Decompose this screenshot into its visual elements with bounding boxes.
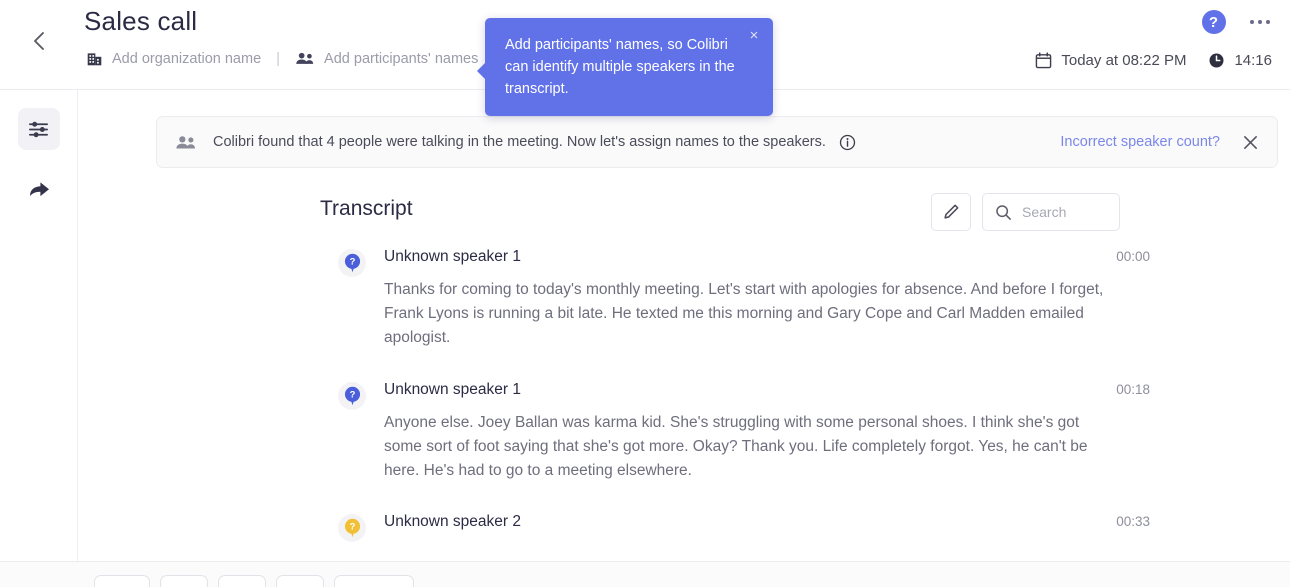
avatar[interactable]: ? (338, 381, 366, 410)
page-title: Sales call (84, 6, 198, 36)
transcript-actions: Search (931, 193, 1120, 231)
search-input[interactable]: Search (982, 193, 1120, 231)
chevron-left-icon (34, 32, 44, 50)
participants-tooltip: Add participants' names, so Colibri can … (477, 18, 773, 117)
svg-text:?: ? (349, 389, 355, 400)
help-icon[interactable]: ? (1201, 10, 1226, 34)
tooltip-close-button[interactable]: × (745, 26, 763, 44)
search-icon (996, 204, 1011, 220)
header-meta-right: Today at 08:22 PM 14:16 (1035, 52, 1272, 69)
left-sidebar (0, 90, 78, 561)
calendar-icon (1036, 52, 1052, 69)
bottom-toolbar (0, 561, 1290, 587)
banner-close-button[interactable] (1242, 134, 1259, 151)
header-meta-row: Add organization name | Add participants… (86, 50, 478, 67)
meeting-duration-label: 14:16 (1234, 52, 1272, 69)
meeting-date-label: Today at 08:22 PM (1061, 52, 1187, 69)
edit-transcript-button[interactable] (931, 193, 971, 231)
add-organization-name-button[interactable]: Add organization name (86, 50, 261, 67)
header-actions: ? (1201, 10, 1273, 34)
timestamp[interactable]: 00:33 (1116, 514, 1150, 529)
speaker-count-banner: Colibri found that 4 people were talking… (156, 116, 1278, 168)
incorrect-speaker-count-link[interactable]: Incorrect speaker count? (1060, 134, 1220, 150)
speaker-name[interactable]: Unknown speaker 1 (384, 248, 521, 266)
more-horizontal-icon[interactable] (1248, 14, 1273, 31)
speaker-name[interactable]: Unknown speaker 2 (384, 513, 521, 531)
svg-text:?: ? (349, 256, 355, 267)
toolbar-pill[interactable] (94, 575, 150, 587)
people-icon (176, 135, 195, 148)
speaker-name[interactable]: Unknown speaker 1 (384, 381, 521, 399)
transcript-entry[interactable]: ? Unknown speaker 1 00:00 Thanks for com… (320, 248, 1150, 351)
transcript-entry[interactable]: ? Unknown speaker 1 00:18 Anyone else. J… (320, 381, 1150, 484)
toolbar-pill[interactable] (276, 575, 324, 587)
unknown-speaker-pin-icon: ? (344, 253, 360, 273)
toolbar-pill[interactable] (334, 575, 414, 587)
info-icon[interactable] (839, 134, 856, 151)
add-participants-names-button[interactable]: Add participants' names (295, 51, 478, 67)
people-icon (296, 52, 314, 64)
avatar[interactable]: ? (338, 249, 366, 277)
transcript-header: Transcript Search (320, 193, 1120, 235)
timestamp[interactable]: 00:00 (1116, 249, 1150, 264)
avatar[interactable]: ? (338, 514, 366, 543)
search-placeholder: Search (1022, 204, 1067, 220)
transcript-title: Transcript (320, 197, 413, 220)
meeting-duration: 14:16 (1208, 52, 1272, 69)
building-icon (87, 53, 102, 66)
toolbar-pill[interactable] (218, 575, 266, 587)
svg-text:?: ? (349, 521, 355, 532)
toolbar-pill[interactable] (160, 575, 208, 587)
sidebar-item-share[interactable] (18, 168, 60, 210)
banner-text: Colibri found that 4 people were talking… (213, 134, 826, 150)
sidebar-item-settings[interactable] (17, 108, 60, 150)
share-arrow-icon (29, 182, 49, 197)
transcript-entry[interactable]: ? Unknown speaker 2 00:33 (320, 513, 1150, 543)
transcript-list: ? Unknown speaker 1 00:00 Thanks for com… (320, 248, 1150, 561)
meta-separator: | (276, 50, 281, 67)
main-content: Colibri found that 4 people were talking… (78, 90, 1290, 561)
transcript-text: Thanks for coming to today's monthly mee… (384, 281, 1104, 347)
pencil-icon (944, 204, 959, 219)
unknown-speaker-pin-icon: ? (344, 386, 360, 405)
sliders-icon (29, 121, 48, 137)
transcript-entry-header: Unknown speaker 1 00:18 (384, 381, 1150, 399)
tooltip-text: Add participants' names, so Colibri can … (505, 37, 735, 98)
app-root: Sales call Add organization name | Add p… (0, 0, 1290, 587)
back-button[interactable] (24, 26, 54, 56)
transcript-entry-header: Unknown speaker 2 00:33 (384, 513, 1150, 531)
transcript-text: Anyone else. Joey Ballan was karma kid. … (384, 413, 1088, 479)
transcript-entry-header: Unknown speaker 1 00:00 (384, 248, 1150, 266)
clock-icon (1209, 53, 1224, 68)
close-icon (1244, 135, 1257, 149)
unknown-speaker-pin-icon: ? (344, 518, 360, 538)
participants-label: Add participants' names (324, 50, 479, 67)
timestamp[interactable]: 00:18 (1116, 382, 1150, 397)
organization-label: Add organization name (112, 50, 262, 67)
meeting-date: Today at 08:22 PM (1035, 52, 1186, 69)
